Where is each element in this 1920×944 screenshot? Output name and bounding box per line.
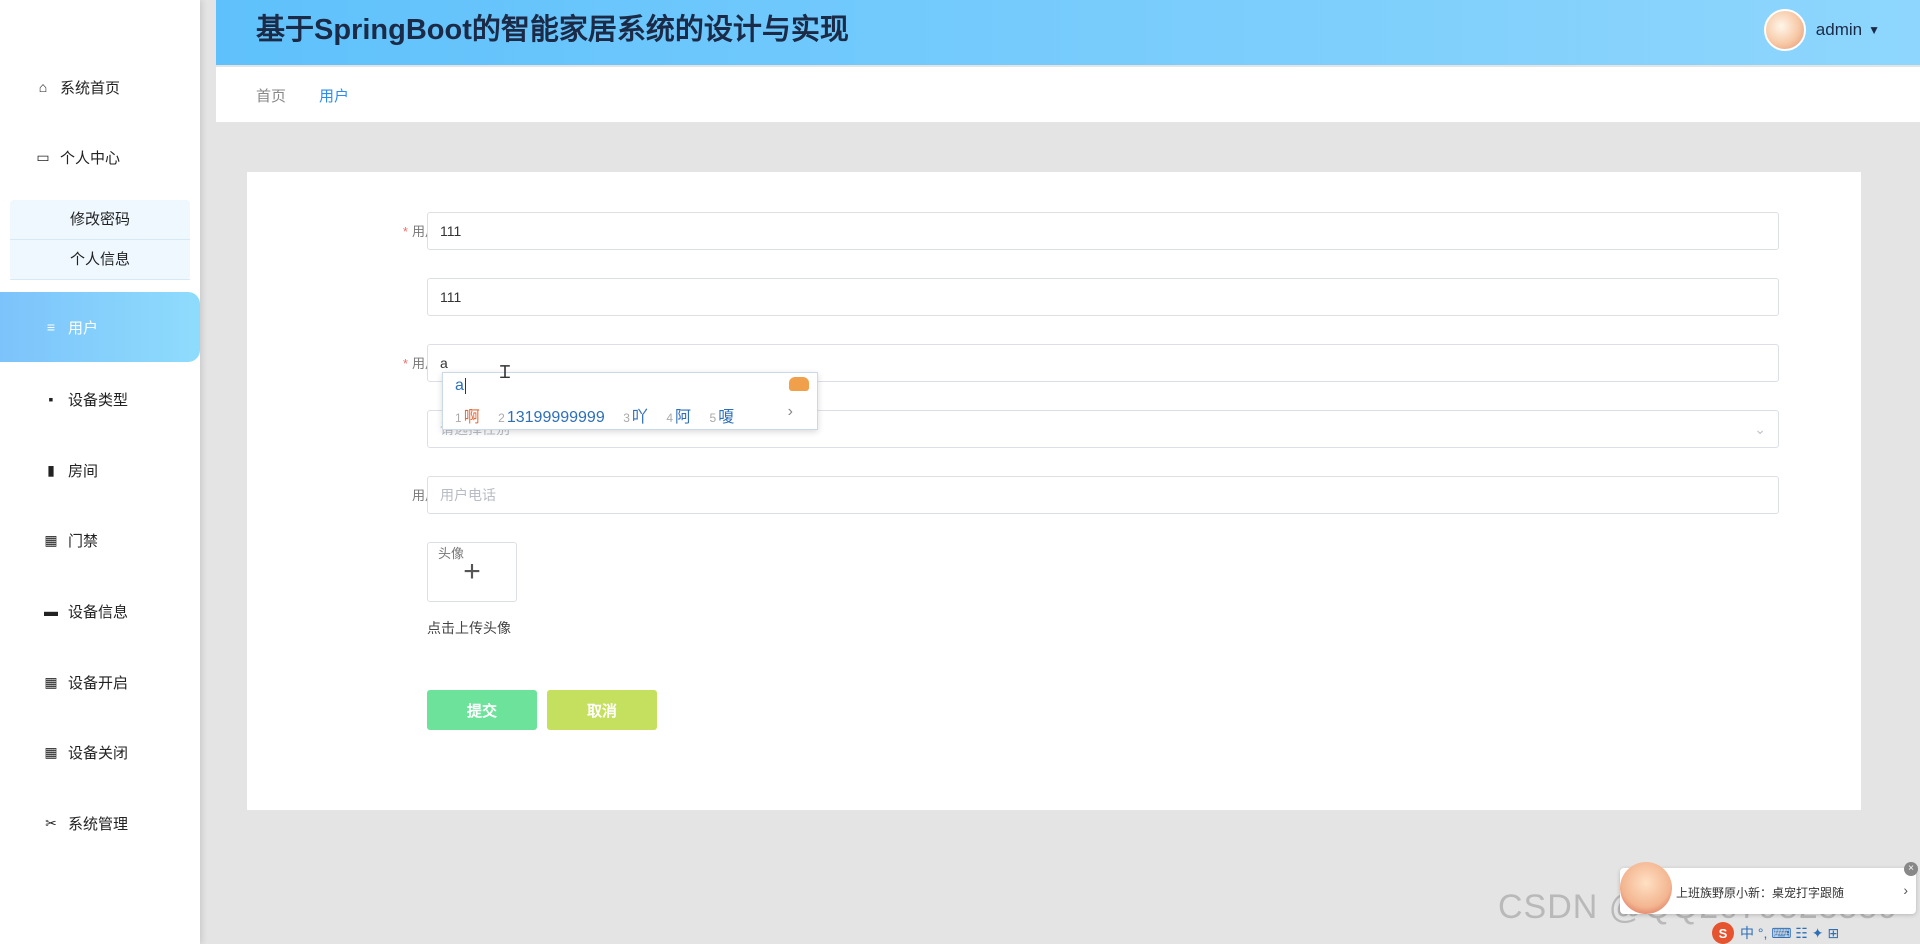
sidebar-item-device-type[interactable]: ▪ 设备类型 [0, 374, 200, 424]
breadcrumb: 首页 用户 [216, 67, 1920, 122]
sidebar-item-label: 门禁 [68, 532, 99, 550]
close-icon[interactable]: × [1904, 862, 1918, 876]
sidebar-item-home[interactable]: ⌂ 系统首页 [0, 62, 200, 112]
sidebar-item-user[interactable]: ≡ 用户 [0, 292, 200, 362]
sidebar-item-personal-center[interactable]: ▭ 个人中心 [0, 132, 200, 182]
text-cursor-icon: Ɪ [500, 362, 511, 382]
grid-icon: ▦ [44, 673, 58, 690]
sidebar-item-label: 用户 [68, 319, 99, 337]
sidebar-item-device-on[interactable]: ▦ 设备开启 [0, 657, 200, 707]
ime-skin-icon [789, 377, 809, 391]
submenu-item-change-password[interactable]: 修改密码 [10, 200, 190, 240]
desktop-pet-text: 上班族野原小新：桌宠打字跟随 [1676, 886, 1845, 900]
device-icon: ▪ [48, 391, 54, 407]
ime-toolbar: S 中 °, ⌨ ☷ ✦ ⊞ [1712, 922, 1920, 944]
ime-candidate[interactable]: 2 13199999999 [498, 409, 605, 426]
form-card: *用户账号 111 *密码 111 *用户姓名 a 性别 请选择性别 ⌄ 用户电… [247, 172, 1861, 810]
phone-input[interactable]: 用户电话 [427, 476, 1779, 514]
top-header: 基于SpringBoot的智能家居系统的设计与实现 admin ▼ [216, 0, 1920, 65]
cancel-button[interactable]: 取消 [547, 690, 657, 730]
ticket-icon: ✂ [45, 814, 57, 831]
sidebar-item-label: 设备关闭 [68, 744, 129, 762]
desktop-pet-icon[interactable] [1620, 862, 1672, 914]
list-icon: ≡ [46, 319, 56, 335]
username[interactable]: admin [1816, 20, 1862, 40]
user-menu[interactable]: admin ▼ [1763, 9, 1880, 51]
submenu-personal-center: 修改密码 个人信息 [10, 200, 190, 280]
avatar-upload-hint: 点击上传头像 [427, 620, 511, 636]
sidebar-item-label: 设备信息 [68, 603, 129, 621]
bar-chart-icon: ▮ [47, 461, 55, 478]
sidebar-item-system-admin[interactable]: ✂ 系统管理 [0, 798, 200, 848]
breadcrumb-current: 用户 [319, 88, 350, 105]
sidebar-item-device-off[interactable]: ▦ 设备关闭 [0, 727, 200, 777]
ime-candidate[interactable]: 5嗄 [710, 409, 735, 426]
home-icon: ⌂ [38, 79, 48, 95]
sidebar-item-room[interactable]: ▮ 房间 [0, 445, 200, 495]
page-title: 基于SpringBoot的智能家居系统的设计与实现 [256, 14, 849, 46]
password-input[interactable]: 111 [427, 278, 1779, 316]
sidebar-item-label: 个人中心 [60, 149, 121, 167]
ime-candidate-popup: a 1啊 2 13199999999 3吖 4阿 5嗄 › [442, 372, 818, 430]
submenu-item-profile[interactable]: 个人信息 [10, 240, 190, 280]
ime-candidate[interactable]: 1啊 [455, 409, 480, 426]
chevron-down-icon: ⌄ [1754, 421, 1766, 437]
grid-icon: ▦ [44, 743, 58, 760]
sidebar-item-device-info[interactable]: ▬ 设备信息 [0, 586, 200, 636]
ime-candidate[interactable]: 3吖 [623, 409, 648, 426]
ime-composition: a [455, 377, 464, 394]
required-mark: * [402, 224, 408, 239]
chevron-down-icon[interactable]: ▼ [1868, 23, 1880, 37]
breadcrumb-home[interactable]: 首页 [256, 85, 286, 106]
required-mark: * [402, 356, 408, 371]
sidebar-item-label: 设备开启 [68, 674, 129, 692]
chevron-right-icon[interactable]: › [1903, 882, 1908, 898]
account-input[interactable]: 111 [427, 212, 1779, 250]
sidebar-item-label: 房间 [68, 462, 99, 480]
sidebar: ⌂ 系统首页 ▭ 个人中心 修改密码 个人信息 ≡ 用户 ▪ 设备类型 ▮ 房间… [0, 0, 200, 944]
ime-next-page-icon[interactable]: › [788, 403, 793, 421]
sidebar-item-label: 系统管理 [68, 815, 129, 833]
briefcase-icon: ▬ [44, 603, 58, 619]
avatar-upload-button[interactable]: + [427, 542, 517, 602]
desktop-pet-tip[interactable]: 上班族野原小新：桌宠打字跟随 › × [1620, 862, 1918, 914]
grid-icon: ▦ [44, 531, 58, 548]
sidebar-item-label: 系统首页 [60, 79, 121, 97]
sogou-icon[interactable]: S [1712, 922, 1734, 944]
ime-candidate[interactable]: 4阿 [666, 409, 691, 426]
sidebar-item-label: 设备类型 [68, 391, 129, 409]
sidebar-item-access-control[interactable]: ▦ 门禁 [0, 515, 200, 565]
avatar[interactable] [1763, 9, 1806, 51]
submit-button[interactable]: 提交 [427, 690, 537, 730]
ime-toolbar-icons[interactable]: 中 °, ⌨ ☷ ✦ ⊞ [1740, 923, 1839, 943]
ime-candidates: 1啊 2 13199999999 3吖 4阿 5嗄 [455, 403, 748, 427]
id-card-icon: ▭ [36, 148, 50, 165]
